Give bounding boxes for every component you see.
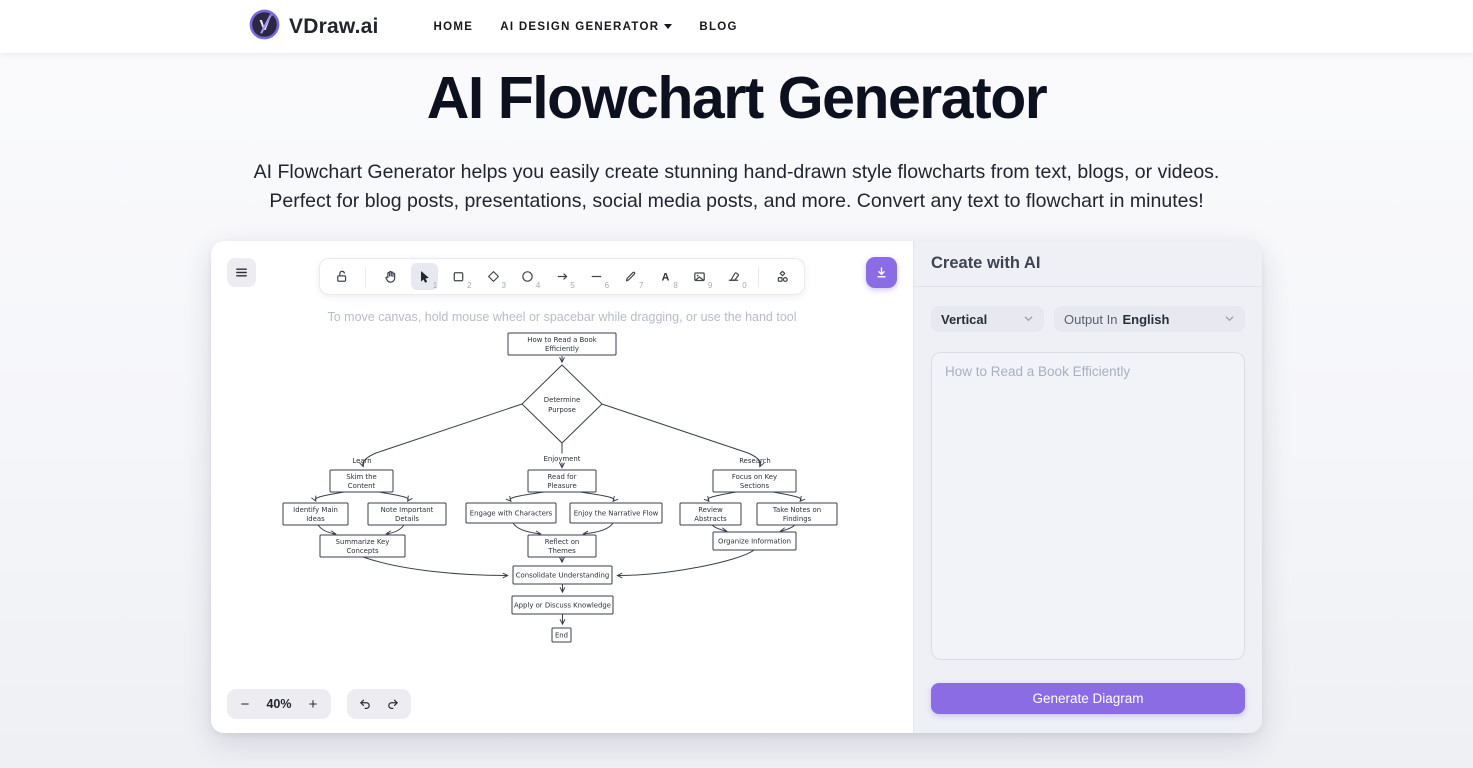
svg-text:Pleasure: Pleasure: [547, 482, 576, 490]
svg-text:Read for: Read for: [548, 473, 577, 481]
panel-header: Create with AI: [914, 241, 1262, 287]
nav-item-home[interactable]: HOME: [434, 21, 474, 33]
chevron-down-icon: [1224, 312, 1235, 327]
svg-text:Organize Information: Organize Information: [718, 538, 791, 546]
nav-item-ai-design-generator[interactable]: AI DESIGN GENERATOR: [500, 21, 672, 33]
flowchart-node-decision[interactable]: Determine Purpose: [522, 365, 602, 443]
page-title: AI Flowchart Generator: [0, 62, 1473, 134]
flowchart-node-skim[interactable]: Skim the Content: [330, 470, 393, 492]
svg-text:Determine: Determine: [544, 396, 580, 404]
redo-icon: [386, 697, 400, 711]
undo-button[interactable]: [353, 692, 377, 716]
dropdown-caret-icon: [664, 24, 672, 29]
svg-text:Learn: Learn: [352, 457, 371, 465]
flowchart-node-focus[interactable]: Focus on Key Sections: [713, 470, 796, 492]
panel-title: Create with AI: [931, 254, 1040, 273]
generate-diagram-button[interactable]: Generate Diagram: [931, 683, 1245, 714]
svg-text:Ideas: Ideas: [306, 515, 325, 523]
svg-text:Research: Research: [739, 457, 771, 465]
undo-icon: [358, 697, 372, 711]
chevron-down-icon: [1023, 312, 1034, 327]
flowchart-node-start[interactable]: How to Read a Book Efficiently: [508, 333, 616, 355]
zoom-level[interactable]: 40%: [266, 697, 291, 711]
vdraw-logo-icon: V: [249, 9, 280, 45]
flowchart-drawing[interactable]: How to Read a Book Efficiently Determine…: [211, 241, 913, 733]
svg-text:Content: Content: [348, 482, 376, 490]
history-controls: [347, 689, 411, 719]
svg-text:Consolidate Understanding: Consolidate Understanding: [516, 572, 610, 580]
svg-text:How to Read a Book: How to Read a Book: [527, 336, 596, 344]
drawing-canvas[interactable]: 1 2 3 4: [211, 241, 913, 733]
svg-text:Details: Details: [395, 515, 419, 523]
flowchart-node-read[interactable]: Read for Pleasure: [528, 470, 596, 492]
flowchart-node-end[interactable]: End: [552, 628, 571, 642]
page-description: AI Flowchart Generator helps you easily …: [0, 158, 1473, 216]
svg-text:Skim the: Skim the: [346, 473, 377, 481]
nav-menu: HOME AI DESIGN GENERATOR BLOG: [434, 21, 738, 33]
flowchart-node-organize[interactable]: Organize Information: [713, 532, 796, 550]
zoom-in-button[interactable]: +: [301, 692, 325, 716]
flowchart-node-takenotes[interactable]: Take Notes on Findings: [757, 503, 837, 525]
svg-text:Enjoy the Narrative Flow: Enjoy the Narrative Flow: [574, 510, 659, 518]
nav-item-blog[interactable]: BLOG: [699, 21, 737, 33]
svg-text:Review: Review: [698, 506, 723, 514]
flowchart-node-review[interactable]: Review Abstracts: [680, 503, 741, 525]
svg-text:Efficiently: Efficiently: [545, 345, 579, 353]
svg-text:Apply or Discuss Knowledge: Apply or Discuss Knowledge: [514, 602, 611, 610]
svg-text:Reflect on: Reflect on: [545, 538, 580, 546]
svg-text:Engage with Characters: Engage with Characters: [470, 510, 553, 518]
svg-text:Note Important: Note Important: [381, 506, 434, 514]
svg-text:Findings: Findings: [783, 515, 812, 523]
create-with-ai-panel: Create with AI Vertical Output In Englis…: [913, 241, 1262, 733]
svg-text:Identify Main: Identify Main: [293, 506, 338, 514]
output-language-select[interactable]: Output In English: [1054, 306, 1245, 332]
svg-text:Enjoyment: Enjoyment: [544, 455, 581, 463]
flowchart-node-consolidate[interactable]: Consolidate Understanding: [513, 566, 612, 584]
flowchart-node-enjoy[interactable]: Enjoy the Narrative Flow: [570, 503, 662, 523]
brand-name: VDraw.ai: [289, 15, 379, 39]
direction-select[interactable]: Vertical: [931, 306, 1044, 332]
prompt-input[interactable]: [931, 352, 1245, 660]
zoom-controls: − 40% +: [227, 689, 331, 719]
redo-button[interactable]: [381, 692, 405, 716]
svg-text:Purpose: Purpose: [548, 406, 576, 414]
flowchart-node-note[interactable]: Note Important Details: [368, 503, 446, 525]
zoom-out-button[interactable]: −: [233, 692, 257, 716]
svg-text:Themes: Themes: [547, 547, 576, 555]
flowchart-node-identify[interactable]: Identify Main Ideas: [283, 503, 348, 525]
svg-text:Abstracts: Abstracts: [694, 515, 727, 523]
description-line-2: Perfect for blog posts, presentations, s…: [0, 187, 1473, 216]
flowchart-node-reflect[interactable]: Reflect on Themes: [528, 535, 596, 557]
flowchart-node-summarize[interactable]: Summarize Key Concepts: [320, 535, 405, 557]
flowchart-node-apply[interactable]: Apply or Discuss Knowledge: [512, 596, 613, 614]
brand-logo[interactable]: V VDraw.ai: [249, 9, 379, 45]
svg-text:End: End: [555, 632, 568, 640]
flowchart-node-engage[interactable]: Engage with Characters: [466, 503, 556, 523]
svg-text:Sections: Sections: [740, 482, 770, 490]
svg-text:Concepts: Concepts: [346, 547, 378, 555]
top-navbar: V VDraw.ai HOME AI DESIGN GENERATOR BLOG: [0, 0, 1473, 53]
svg-text:Focus on Key: Focus on Key: [732, 473, 777, 481]
editor-card: 1 2 3 4: [211, 241, 1262, 733]
svg-text:Take Notes on: Take Notes on: [772, 506, 821, 514]
description-line-1: AI Flowchart Generator helps you easily …: [0, 158, 1473, 187]
svg-text:Summarize Key: Summarize Key: [336, 538, 390, 546]
